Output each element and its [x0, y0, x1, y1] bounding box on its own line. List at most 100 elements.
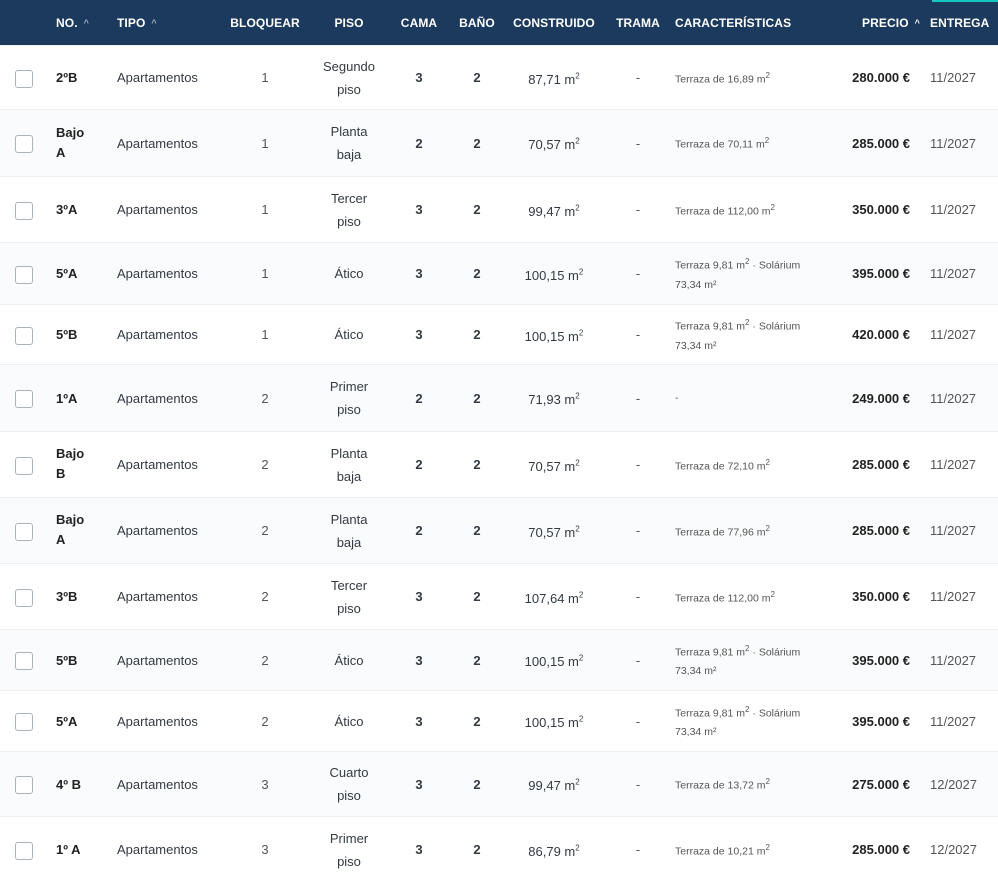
row-select-cell[interactable] — [0, 497, 46, 564]
row-select-cell[interactable] — [0, 45, 46, 110]
table-row[interactable]: 5ºB Apartamentos 2 Ático 3 2 100,15 m2 - Terraza… — [0, 629, 998, 691]
cell-tipo: Apartamentos — [106, 431, 216, 498]
row-select-cell[interactable] — [0, 690, 46, 752]
unit-type: Apartamentos — [117, 202, 198, 217]
table-row[interactable]: Bajo A Apartamentos 1 Planta baja 2 2 70,57 m2… — [0, 109, 998, 177]
table-row[interactable]: 3ºB Apartamentos 2 Tercer piso 3 2 107,64 m2 - T… — [0, 563, 998, 630]
cell-bano: 2 — [454, 45, 500, 110]
header-caracteristicas[interactable]: CARACTERÍSTICAS — [668, 0, 830, 46]
baths-value: 2 — [473, 70, 481, 85]
table-row[interactable]: 5ºA Apartamentos 1 Ático 3 2 100,15 m2 - Terraza… — [0, 242, 998, 305]
cell-cama: 3 — [384, 242, 454, 305]
row-checkbox[interactable] — [15, 135, 33, 154]
unit-type: Apartamentos — [117, 589, 198, 604]
cell-caracteristicas: Terraza de 10,21 m2 — [668, 816, 830, 883]
row-checkbox[interactable] — [15, 522, 33, 541]
header-precio[interactable]: PRECIO ^ — [830, 0, 922, 46]
cell-piso: Ático — [314, 690, 384, 752]
price-value: 350.000 € — [852, 589, 910, 604]
cell-bloquear: 2 — [216, 629, 314, 691]
unit-number: Bajo B — [56, 446, 85, 481]
table-row[interactable]: Bajo B Apartamentos 2 Planta baja 2 2 70,57 m2… — [0, 431, 998, 498]
row-select-cell[interactable] — [0, 242, 46, 305]
row-checkbox[interactable] — [15, 652, 33, 671]
cell-trama: - — [608, 45, 668, 110]
row-checkbox[interactable] — [15, 201, 33, 220]
row-select-cell[interactable] — [0, 629, 46, 691]
sort-icon[interactable]: ^ — [84, 18, 89, 28]
sort-icon[interactable]: ^ — [151, 18, 156, 28]
table-row[interactable]: Bajo A Apartamentos 2 Planta baja 2 2 70,57 m2… — [0, 497, 998, 564]
row-select-cell[interactable] — [0, 109, 46, 177]
row-checkbox[interactable] — [15, 841, 33, 860]
cell-bano: 2 — [454, 242, 500, 305]
row-select-cell[interactable] — [0, 816, 46, 883]
header-no[interactable]: NO. ^ — [46, 0, 106, 46]
row-checkbox[interactable] — [15, 326, 33, 345]
price-value: 395.000 € — [852, 266, 910, 281]
row-checkbox[interactable] — [15, 588, 33, 607]
cell-bano: 2 — [454, 364, 500, 432]
cell-precio: 395.000 € — [830, 690, 922, 752]
cell-construido: 100,15 m2 — [500, 304, 608, 365]
beds-value: 2 — [415, 390, 423, 406]
features-value: Terraza 9,81 m2 · Solárium 73,34 m² — [675, 257, 801, 291]
header-piso[interactable]: PISO — [314, 0, 384, 46]
unit-type: Apartamentos — [117, 327, 198, 342]
cell-cama: 3 — [384, 629, 454, 691]
row-checkbox[interactable] — [15, 456, 33, 475]
beds-value: 3 — [415, 266, 423, 281]
floor-value: Ático — [334, 327, 364, 342]
header-tipo[interactable]: TIPO ^ — [106, 0, 216, 46]
delivery-value: 11/2027 — [930, 202, 977, 217]
cell-entrega: 11/2027 — [922, 629, 998, 691]
header-construido[interactable]: CONSTRUIDO — [500, 0, 608, 46]
baths-value: 2 — [473, 652, 481, 668]
row-checkbox[interactable] — [15, 69, 33, 88]
cell-bano: 2 — [454, 109, 500, 177]
row-select-cell[interactable] — [0, 563, 46, 630]
row-select-cell[interactable] — [0, 431, 46, 498]
row-select-cell[interactable] — [0, 304, 46, 365]
sort-up-icon[interactable]: ^ — [915, 18, 920, 28]
cell-precio: 285.000 € — [830, 497, 922, 564]
unit-number: 5ºA — [56, 266, 78, 281]
cell-caracteristicas: Terraza de 112,00 m2 — [668, 563, 830, 630]
delivery-value: 12/2027 — [930, 842, 977, 858]
delivery-value: 11/2027 — [930, 523, 977, 538]
table-row[interactable]: 5ºB Apartamentos 1 Ático 3 2 100,15 m2 - Terraza… — [0, 304, 998, 365]
table-row[interactable]: 4º B Apartamentos 3 Cuarto piso 3 2 99,47 m2 - T… — [0, 751, 998, 817]
row-select-cell[interactable] — [0, 176, 46, 243]
unit-type: Apartamentos — [117, 713, 198, 729]
table-row[interactable]: 1º A Apartamentos 3 Primer piso 3 2 86,79 m2 - T… — [0, 816, 998, 883]
price-value: 285.000 € — [852, 457, 910, 472]
table-row[interactable]: 3ºA Apartamentos 1 Tercer piso 3 2 99,47 m2 - Te… — [0, 176, 998, 243]
unit-type: Apartamentos — [117, 842, 198, 858]
row-checkbox[interactable] — [15, 713, 33, 732]
row-checkbox[interactable] — [15, 776, 33, 795]
beds-value: 3 — [415, 589, 423, 604]
cell-no: 2ºB — [46, 45, 106, 110]
table-row[interactable]: 1ºA Apartamentos 2 Primer piso 2 2 71,93 m2 - - 2… — [0, 364, 998, 432]
built-area-value: 99,47 m2 — [528, 777, 580, 794]
cell-caracteristicas: Terraza 9,81 m2 · Solárium 73,34 m² — [668, 304, 830, 365]
cell-cama: 3 — [384, 690, 454, 752]
cell-cama: 3 — [384, 304, 454, 365]
cell-no: Bajo B — [46, 431, 106, 498]
table-row[interactable]: 5ºA Apartamentos 2 Ático 3 2 100,15 m2 - Terraza… — [0, 690, 998, 752]
table-row[interactable]: 2ºB Apartamentos 1 Segundo piso 3 2 87,71 m2 - T… — [0, 45, 998, 110]
row-select-cell[interactable] — [0, 751, 46, 817]
row-checkbox[interactable] — [15, 390, 33, 409]
header-entrega[interactable]: ENTREGA — [922, 0, 998, 46]
features-value: Terraza de 10,21 m2 — [675, 843, 770, 858]
header-bano[interactable]: BAÑO — [454, 0, 500, 46]
floor-value: Primer piso — [329, 379, 369, 417]
row-select-cell[interactable] — [0, 364, 46, 432]
price-value: 249.000 € — [852, 390, 910, 406]
cell-piso: Primer piso — [314, 364, 384, 432]
header-bloquear[interactable]: BLOQUEAR — [216, 0, 314, 46]
header-cama[interactable]: CAMA — [384, 0, 454, 46]
header-trama[interactable]: TRAMA — [608, 0, 668, 46]
row-checkbox[interactable] — [15, 265, 33, 284]
price-value: 395.000 € — [852, 713, 910, 729]
